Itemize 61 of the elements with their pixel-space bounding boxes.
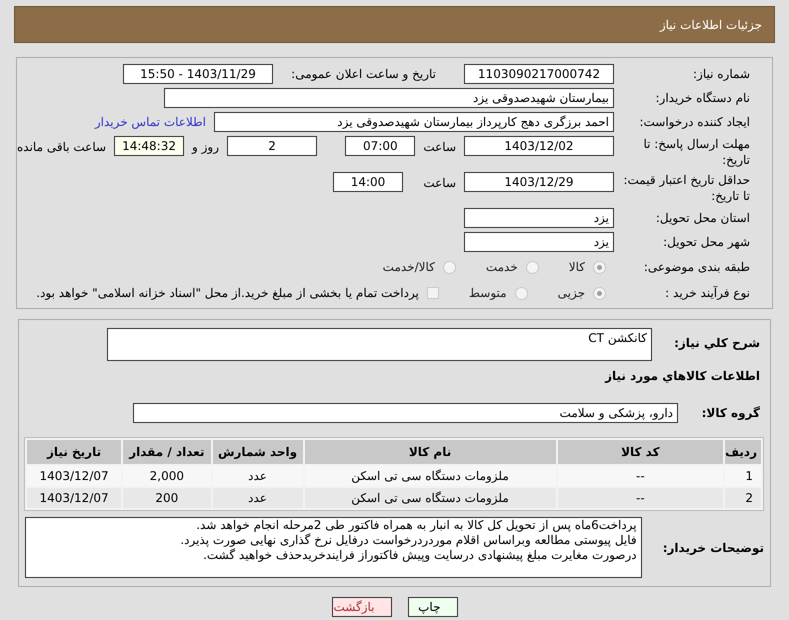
days-label: روز و: [192, 139, 220, 156]
field-label: حداقل تاریخ اعتبار قیمت: تا تاریخ:: [622, 172, 750, 204]
column-header: ردیف: [725, 440, 761, 464]
section-heading: اطلاعات کالاهاي مورد نياز: [604, 368, 761, 385]
field-label: گروه کالا:: [700, 405, 760, 422]
input-field[interactable]: دارو، پزشکی و سلامت: [133, 403, 678, 423]
table-cell: ملزومات دستگاه سی تی اسکن: [304, 466, 556, 486]
table-cell: عدد: [212, 466, 303, 486]
field-label: مهلت ارسال پاسخ: تا تاریخ:: [642, 136, 750, 168]
field-label: تاریخ و ساعت اعلان عمومی:: [290, 66, 436, 82]
radio-label: جزیی: [558, 285, 585, 302]
field-label: توضیحات خریدار:: [662, 540, 764, 556]
back-button[interactable]: بازگشت: [332, 597, 392, 617]
field-label: نوع فرآیند خرید :: [664, 285, 750, 301]
time-label: ساعت: [423, 139, 456, 156]
input-field[interactable]: بیمارستان شهیدصدوقی یزد: [164, 88, 614, 108]
input-field[interactable]: احمد برزگری دهج کارپرداز بیمارستان شهیدصدوقی یزد: [214, 112, 614, 132]
checkbox-label: پرداخت تمام یا بخشی از مبلغ خرید.از محل "اسناد خزانه اسلامی" خواهد بود.: [36, 285, 419, 302]
table-cell: 2,000: [123, 466, 211, 486]
column-header: نام کالا: [304, 440, 556, 464]
field-label: ایجاد کننده درخواست:: [638, 114, 750, 130]
summary-box[interactable]: کانکشن CT: [107, 328, 652, 361]
column-header: واحد شمارش: [212, 440, 303, 464]
countdown-field[interactable]: 14:48:32: [114, 136, 184, 156]
radio-label: کالا: [568, 259, 585, 276]
field-label: نام دستگاه خریدار:: [654, 90, 750, 106]
table-cell: 200: [123, 488, 211, 508]
notes-box[interactable]: پرداخت6ماه پس از تحویل کل کالا به انبار به همراه فاکتور طی 2مرحله انجام خواهد شد. فایل پیوستی مطالعه وبراساس اقلام موردردرخواست درفایل نرخ گذاری نهایی صورت پذیرد. درصورت مغایرت مبلغ پیشنهادی درسایت وپیش فاکتوراز فرایندخریدحذف خواهید گشت.: [25, 517, 642, 578]
print-button[interactable]: چاپ: [408, 597, 458, 617]
table-cell: --: [558, 488, 724, 508]
column-header: کد کالا: [558, 440, 724, 464]
table-cell: ملزومات دستگاه سی تی اسکن: [304, 488, 556, 508]
field-label: استان محل تحویل:: [654, 210, 750, 226]
input-field[interactable]: 07:00: [345, 136, 416, 156]
column-header: تاریخ نیاز: [27, 440, 122, 464]
input-field[interactable]: یزد: [464, 232, 614, 252]
radio-label: متوسط: [468, 285, 507, 302]
field-label: شماره نیاز:: [692, 66, 750, 82]
input-field[interactable]: 2: [227, 136, 318, 156]
table-cell: 1: [725, 466, 761, 486]
page-title: جزئیات اطلاعات نیاز: [660, 16, 762, 34]
input-field[interactable]: 1403/12/29: [464, 172, 614, 192]
table-cell: --: [558, 466, 724, 486]
input-field[interactable]: 1403/12/02: [464, 136, 614, 156]
field-label: طبقه بندی موضوعی:: [642, 259, 750, 275]
time-label: ساعت: [422, 175, 456, 192]
table-cell: 1403/12/07: [27, 466, 122, 486]
radio-label: خدمت: [486, 259, 518, 276]
table-cell: 2: [725, 488, 761, 508]
radio-label: کالا/خدمت: [382, 259, 435, 276]
table-cell: 1403/12/07: [27, 488, 122, 508]
field-label: شرح کلي نياز:: [673, 335, 760, 352]
buyer-contact-link[interactable]: اطلاعات تماس خریدار: [94, 113, 206, 131]
input-field[interactable]: یزد: [464, 208, 614, 228]
table-cell: عدد: [212, 488, 303, 508]
input-field[interactable]: 14:00: [333, 172, 403, 192]
remaining-label: ساعت باقی مانده: [17, 139, 106, 156]
field-label: شهر محل تحویل:: [662, 234, 750, 250]
input-field[interactable]: 1403/11/29 - 15:50: [123, 64, 273, 84]
input-field[interactable]: 1103090217000742: [464, 64, 614, 84]
column-header: تعداد / مقدار: [123, 440, 211, 464]
